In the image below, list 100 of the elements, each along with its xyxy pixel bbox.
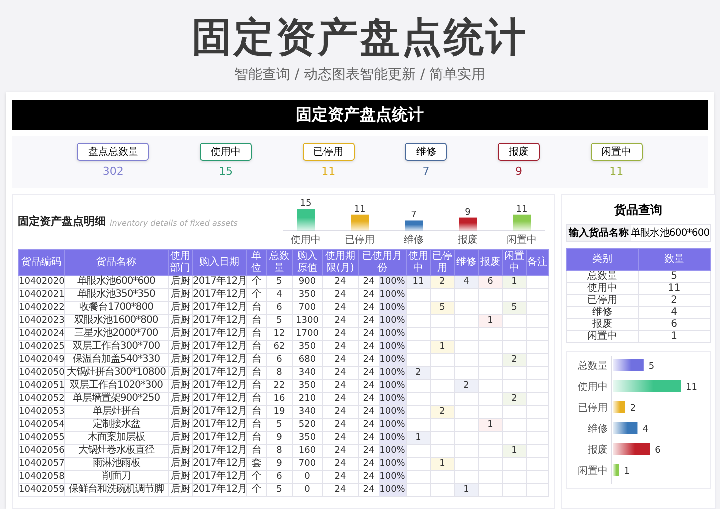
table-cell: 总数量	[587, 271, 618, 282]
table-cell: 100%	[379, 393, 406, 405]
table-cell: 9	[276, 459, 282, 469]
table-cell: 大锅灶卷水板直径	[78, 445, 154, 456]
bar-value-label: 11	[516, 204, 528, 215]
table-cell: 8	[276, 368, 282, 378]
table-cell: 6	[276, 355, 282, 365]
table-cell: 2	[512, 394, 518, 404]
table-cell: 24	[334, 368, 346, 378]
table-cell-text: 24	[362, 289, 376, 301]
table-cell: 台	[252, 380, 262, 391]
table-cell: 台	[252, 393, 262, 404]
table-cell: 后厨	[171, 471, 190, 482]
summary-value: 7	[422, 164, 430, 180]
table-cell: 210	[298, 394, 316, 404]
table-cell: 10402051	[19, 381, 65, 391]
table-cell: 340	[298, 407, 316, 417]
table-cell: 保温台加盖540*330	[72, 354, 160, 365]
summary-value: 302	[102, 164, 124, 180]
table-cell: 后厨	[171, 302, 190, 313]
table-cell: 2017年12月	[193, 380, 248, 391]
table-cell: 台	[252, 354, 262, 365]
table-cell: 340	[298, 368, 316, 378]
column-header: 类别	[566, 248, 638, 270]
table-cell-text: 24	[362, 406, 376, 418]
table-cell: 收餐台1700*800	[79, 302, 154, 313]
table-cell: 350	[298, 290, 316, 300]
table-cell: 后厨	[171, 406, 190, 417]
table-cell: 24	[334, 394, 346, 404]
table-cell: 保鲜台和洗碗机调节脚	[69, 484, 164, 495]
table-cell: 后厨	[171, 432, 190, 443]
table-cell: 6	[276, 472, 282, 482]
table-cell: 后厨	[171, 393, 190, 404]
table-cell: 6	[276, 303, 282, 313]
table-cell: 100%	[379, 328, 406, 340]
table-cell-text: 24	[362, 276, 376, 288]
table-cell: 24	[334, 381, 346, 391]
summary-label: 使用中	[200, 143, 252, 162]
table-cell-text: 24	[362, 328, 376, 340]
table-cell: 160	[298, 446, 316, 456]
table-cell: 台	[252, 432, 262, 443]
table-cell: 10402054	[19, 420, 65, 430]
table-cell: 700	[298, 303, 316, 313]
table-cell: 后厨	[171, 289, 190, 300]
table-cell: 2017年12月	[193, 302, 248, 313]
table-cell: 100%	[379, 471, 406, 483]
summary-value: 15	[218, 164, 233, 180]
table-cell: 台	[252, 419, 262, 430]
table-cell: 11	[668, 283, 681, 294]
table-cell: 10402021	[19, 290, 65, 300]
table-cell: 1	[671, 331, 678, 342]
table-cell: 个	[252, 484, 262, 495]
table-cell: 个	[252, 471, 262, 482]
table-cell: 4	[276, 290, 282, 300]
summary-value: 9	[515, 164, 522, 180]
table-cell: 后厨	[171, 367, 190, 378]
table-cell: 100%	[379, 445, 406, 457]
category-label: 使用中	[291, 235, 321, 246]
summary-value: 11	[610, 164, 624, 180]
table-cell: 削面刀	[102, 471, 131, 482]
table-cell: 10402052	[19, 394, 65, 404]
table-cell: 双层工作台1020*300	[70, 380, 164, 391]
table-cell: 1	[464, 485, 470, 495]
table-cell: 24	[334, 485, 346, 495]
table-cell: 使用中	[587, 283, 618, 294]
table-cell: 100%	[379, 458, 406, 470]
table-cell: 10402050	[19, 368, 65, 378]
table-cell: 台	[252, 328, 262, 339]
column-header: 货品编码	[18, 250, 64, 276]
table-cell: 22	[274, 381, 286, 391]
table-cell: 闲置中	[587, 331, 618, 342]
table-cell: 350	[298, 381, 316, 391]
table-cell: 24	[334, 433, 346, 443]
table-cell: 台	[252, 445, 262, 456]
table-cell-text: 24	[362, 445, 376, 457]
page-subtitle: 智能查询 / 动态图表智能更新 / 简单实用	[234, 66, 486, 84]
table-cell: 2017年12月	[193, 458, 248, 469]
table-cell: 10402055	[19, 433, 65, 443]
table-cell: 24	[334, 303, 346, 313]
table-cell: 木面案加层板	[88, 432, 145, 443]
banner-title: 固定资产盘点统计	[12, 100, 708, 130]
column-header: 使用中	[406, 250, 430, 276]
table-cell: 10402057	[19, 459, 65, 469]
table-cell: 后厨	[171, 380, 190, 391]
table-cell: 10402023	[19, 316, 65, 326]
bar-value-label: 7	[411, 210, 417, 221]
table-cell: 后厨	[171, 354, 190, 365]
summary-label: 报废	[498, 143, 540, 162]
table-cell: 2	[440, 407, 446, 417]
table-cell-text: 24	[362, 419, 376, 431]
table-cell: 16	[274, 394, 286, 404]
table-cell: 100%	[379, 484, 406, 496]
table-cell: 2017年12月	[193, 406, 248, 417]
table-cell-text: 24	[362, 315, 376, 327]
table-cell: 后厨	[171, 315, 190, 326]
table-cell: 单眼水池600*600	[78, 276, 156, 287]
summary-label: 闲置中	[590, 143, 643, 162]
table-cell: 24	[334, 459, 346, 469]
category-label: 闲置中	[578, 466, 608, 477]
table-cell: 台	[252, 302, 262, 313]
